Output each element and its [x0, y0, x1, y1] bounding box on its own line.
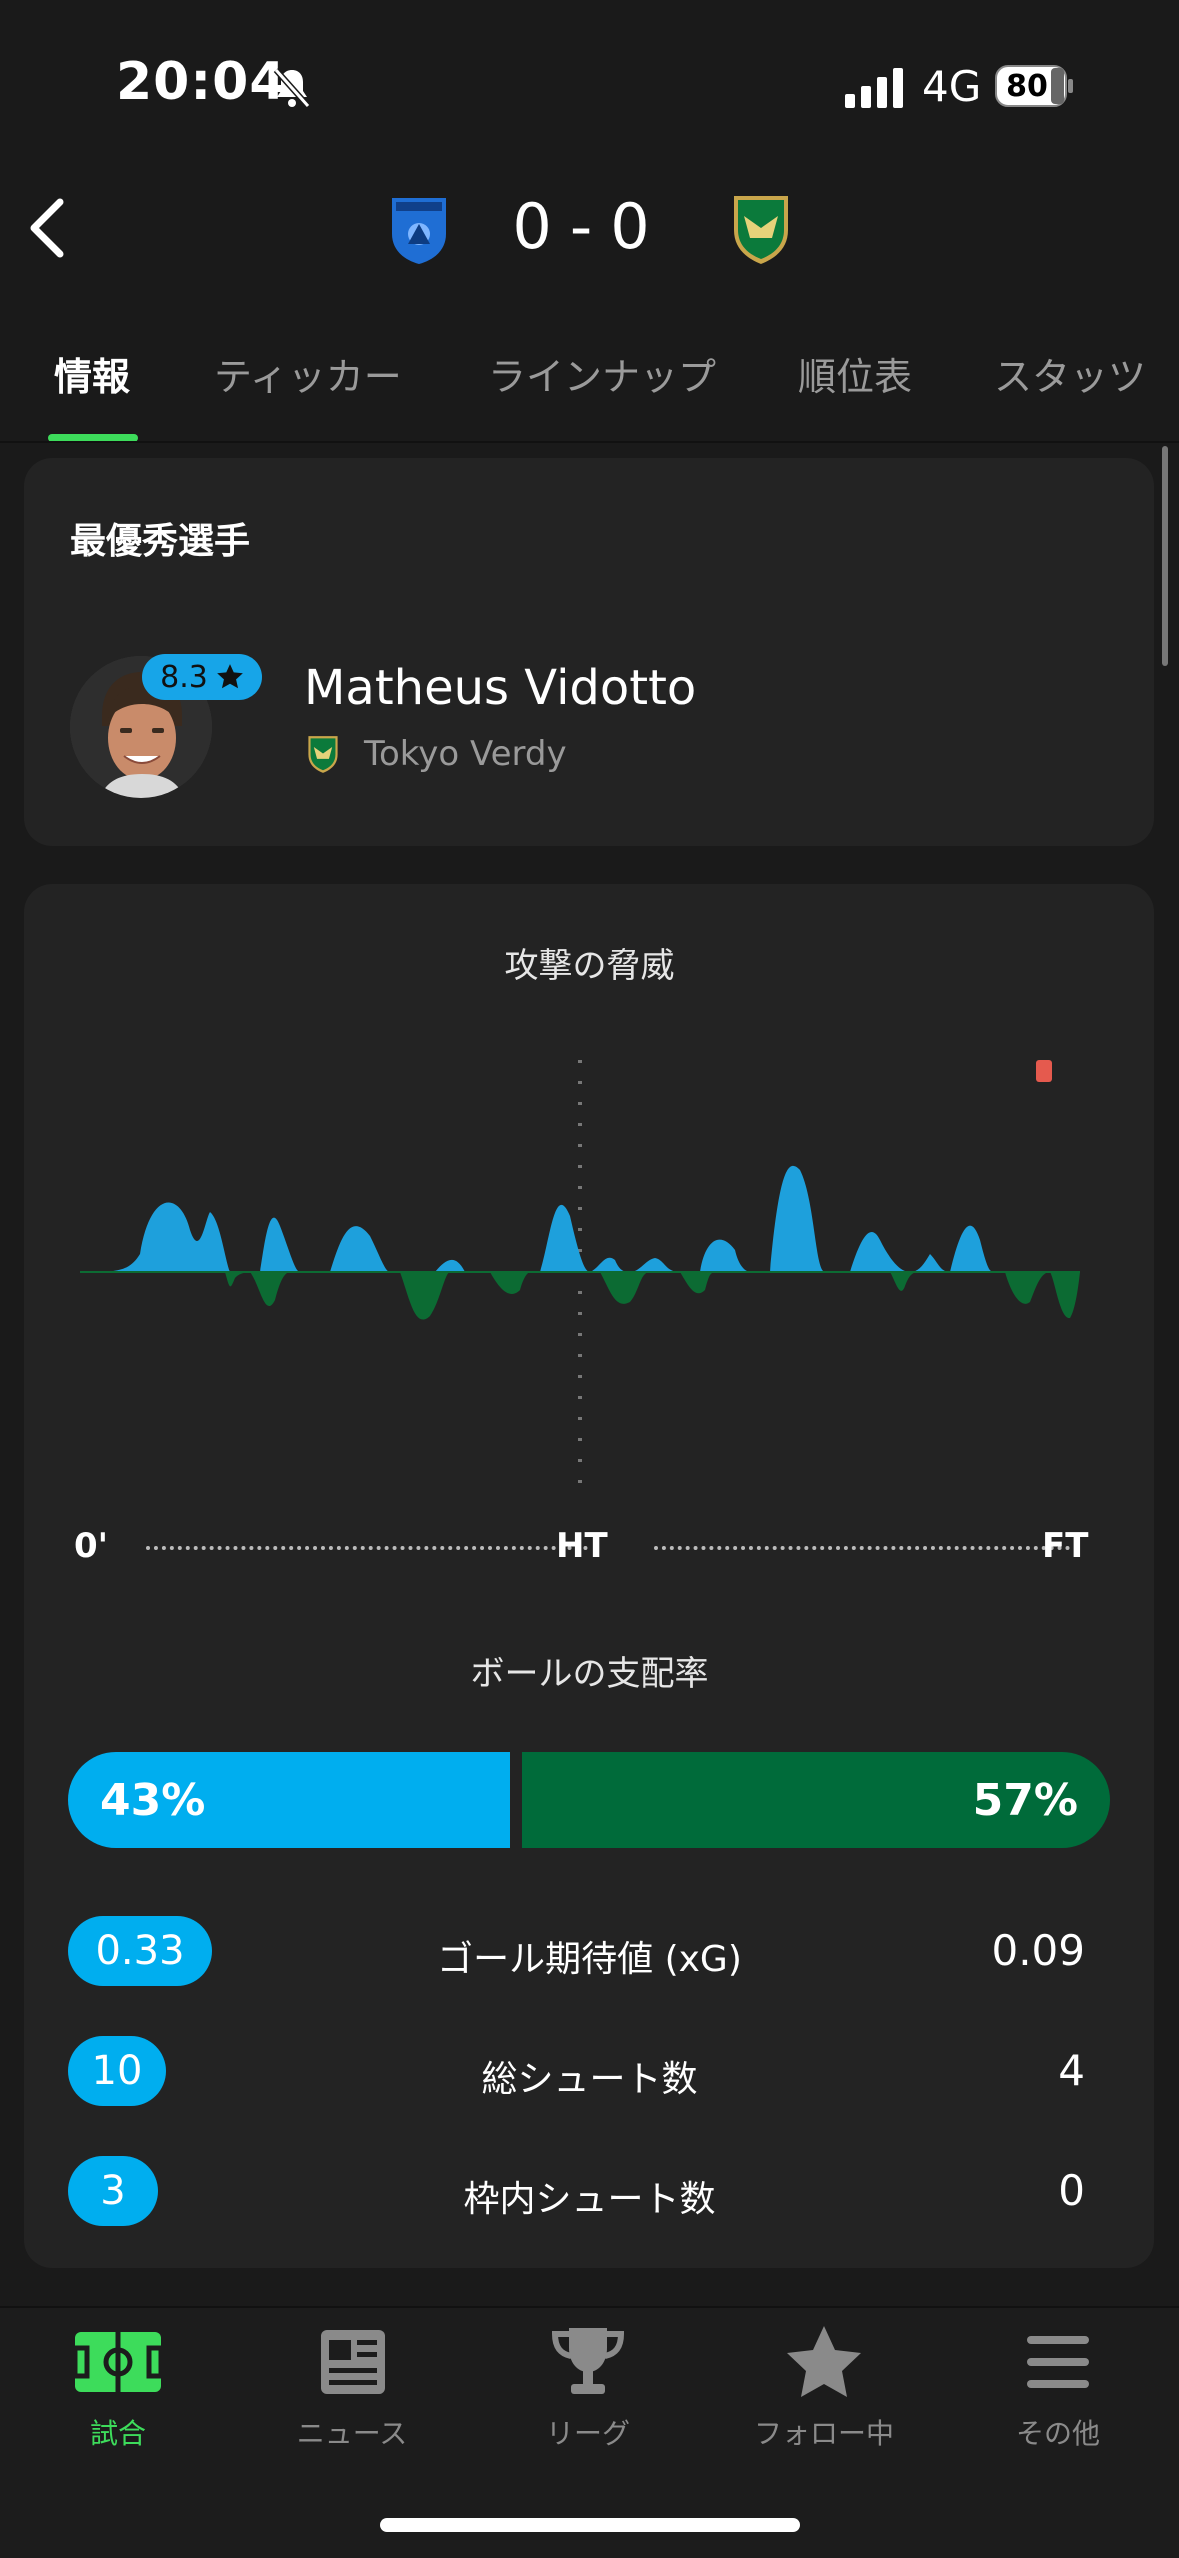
news-icon — [321, 2330, 385, 2394]
best-player-title: 最優秀選手 — [70, 521, 251, 562]
tab-standings[interactable]: 順位表 — [798, 346, 912, 401]
total-shots-label: 総シュート数 — [481, 2059, 698, 2100]
away-score: 0 — [610, 190, 668, 263]
signal-icon — [845, 68, 903, 108]
nav-matches-label: 試合 — [89, 2417, 146, 2450]
back-arrow-icon[interactable] — [24, 196, 74, 260]
home-score: 0 — [512, 190, 570, 263]
timeline-end: FT — [1042, 1526, 1089, 1566]
network-type: 4G — [922, 62, 982, 111]
battery-icon: 80 — [995, 64, 1075, 108]
nav-leagues[interactable]: リーグ — [498, 2322, 678, 2452]
away-shots-on-target-value: 0 — [1058, 2166, 1085, 2215]
nav-leagues-label: リーグ — [545, 2417, 630, 2450]
battery-level: 80 — [1006, 69, 1048, 104]
home-indicator[interactable] — [380, 2518, 800, 2532]
status-time: 20:04 — [116, 52, 287, 112]
possession-title: ボールの支配率 — [470, 1654, 709, 1694]
nav-following-label: フォロー中 — [753, 2417, 894, 2450]
home-threat-area — [90, 1165, 995, 1272]
home-possession-bar: 43% — [68, 1752, 510, 1848]
tab-divider — [0, 441, 1179, 443]
shots-on-target-label: 枠内シュート数 — [463, 2179, 716, 2220]
nav-news[interactable]: ニュース — [262, 2322, 442, 2452]
nav-news-label: ニュース — [296, 2417, 408, 2450]
nav-more-label: その他 — [1015, 2417, 1100, 2450]
player-rating: 8.3 — [160, 659, 208, 695]
score-separator: - — [569, 190, 611, 263]
player-team-name: Tokyo Verdy — [364, 734, 567, 774]
tab-stats[interactable]: スタッツ — [994, 346, 1146, 401]
pitch-icon — [72, 2332, 164, 2392]
away-xg-value: 0.09 — [991, 1926, 1085, 1975]
tab-ticker[interactable]: ティッカー — [214, 346, 402, 401]
player-name[interactable]: Matheus Vidotto — [304, 660, 696, 716]
away-threat-area — [90, 1272, 1080, 1320]
nav-following[interactable]: フォロー中 — [734, 2322, 914, 2452]
match-score: 0-0 — [500, 190, 680, 263]
trophy-icon — [551, 2328, 625, 2394]
away-total-shots-value: 4 — [1058, 2046, 1085, 2095]
tab-info[interactable]: 情報 — [54, 346, 130, 401]
star-icon — [787, 2326, 861, 2397]
star-icon — [217, 664, 243, 689]
team-crest-icon — [308, 736, 338, 773]
match-timeline: 0' HT FT — [70, 1520, 1110, 1574]
scrollbar[interactable] — [1162, 446, 1168, 666]
timeline-start: 0' — [74, 1526, 109, 1566]
tab-lineup[interactable]: ラインナップ — [488, 346, 716, 401]
timeline-halftime: HT — [556, 1526, 608, 1566]
attack-threat-title: 攻撃の脅威 — [504, 946, 675, 986]
away-team-crest[interactable] — [730, 192, 792, 266]
bell-muted-icon — [273, 68, 311, 108]
away-possession-bar: 57% — [522, 1752, 1110, 1848]
attack-threat-chart — [80, 1060, 1080, 1490]
nav-matches[interactable]: 試合 — [28, 2322, 208, 2452]
player-rating-badge: 8.3 — [142, 654, 262, 700]
home-team-crest[interactable] — [388, 192, 450, 266]
menu-icon — [1027, 2336, 1089, 2388]
nav-more[interactable]: その他 — [968, 2322, 1148, 2452]
red-card-marker — [1036, 1060, 1052, 1082]
tab-bar: 情報 ティッカー ラインナップ 順位表 スタッツ — [0, 330, 1179, 440]
